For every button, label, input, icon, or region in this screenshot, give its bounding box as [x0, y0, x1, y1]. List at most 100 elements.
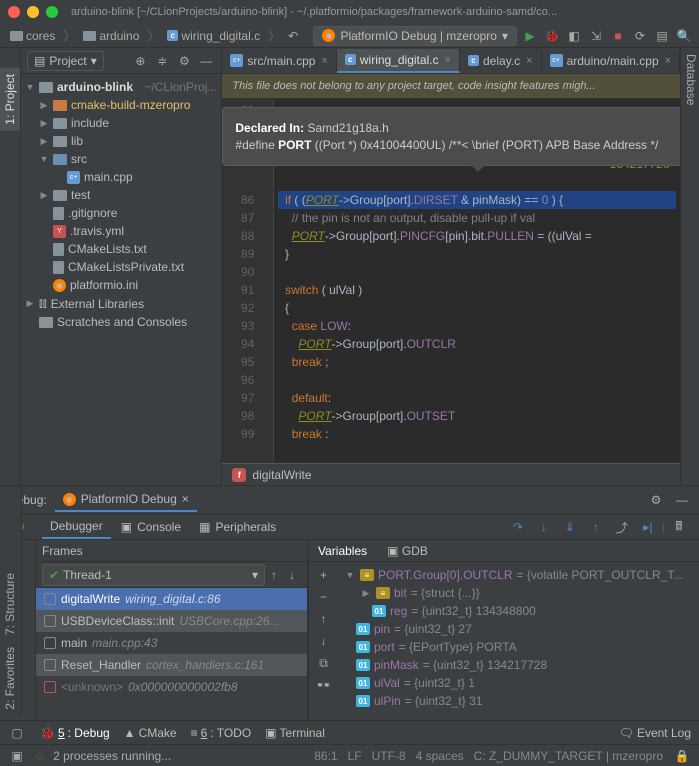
line-separator[interactable]: LF — [348, 749, 362, 763]
maximize-window[interactable] — [46, 6, 58, 18]
tree-scratches[interactable]: Scratches and Consoles — [21, 313, 221, 331]
hide-panel-icon[interactable]: — — [673, 491, 691, 509]
drop-frame-icon[interactable]: ⤴ — [610, 516, 634, 538]
tree-external-libs[interactable]: ▶⫾⫾External Libraries — [21, 294, 221, 313]
tree-node[interactable]: ▼src — [21, 150, 221, 168]
stack-frame[interactable]: USBDeviceClass::init USBCore.cpp:26... — [36, 610, 307, 632]
breadcrumb[interactable]: arduino — [79, 27, 143, 45]
cmake-bottom-tab[interactable]: ▲ CMake — [124, 726, 177, 740]
hide-icon[interactable]: — — [197, 52, 215, 70]
frame-icon — [44, 659, 56, 671]
breadcrumb[interactable]: cwiring_digital.c — [163, 27, 264, 45]
profile-icon[interactable]: ◧ — [565, 27, 583, 45]
debug-icon[interactable]: 🐞 — [543, 27, 561, 45]
tree-node[interactable]: ▶test — [21, 186, 221, 204]
structure-tool-tab[interactable]: 7: Structure — [0, 567, 21, 641]
progress-spinner-icon: ◌ — [36, 749, 43, 763]
console-subtab[interactable]: ▣Console — [113, 516, 189, 538]
tree-file[interactable]: CMakeLists.txt — [21, 240, 221, 258]
cpp-file-icon: c+ — [230, 54, 243, 67]
close-tab-icon[interactable]: × — [526, 55, 532, 67]
copy-watch-icon[interactable]: ⧉ — [315, 654, 333, 672]
tree-file[interactable]: c+main.cpp — [21, 168, 221, 186]
stack-frame[interactable]: main main.cpp:43 — [36, 632, 307, 654]
close-window[interactable] — [8, 6, 20, 18]
peripherals-subtab[interactable]: ▦Peripherals — [191, 516, 284, 538]
editor-tab[interactable]: cdelay.c× — [460, 50, 542, 72]
down-watch-icon[interactable]: ↓ — [315, 632, 333, 650]
collapse-icon[interactable]: ≑ — [153, 52, 171, 70]
back-icon[interactable]: ↶ — [284, 27, 302, 45]
folder-icon — [53, 136, 67, 147]
file-encoding[interactable]: UTF-8 — [372, 749, 406, 763]
folder-icon — [39, 317, 53, 328]
step-over-icon[interactable]: ↷ — [506, 516, 530, 538]
gear-icon[interactable]: ⚙ — [175, 52, 193, 70]
folder-icon — [39, 82, 53, 93]
up-watch-icon[interactable]: ↑ — [315, 610, 333, 628]
function-badge-icon: f — [232, 468, 246, 482]
close-tab-icon[interactable]: × — [445, 54, 451, 66]
stack-frame[interactable]: digitalWrite wiring_digital.c:86 — [36, 588, 307, 610]
indent-info[interactable]: 4 spaces — [416, 749, 464, 763]
debug-session-tab[interactable]: ◉ PlatformIO Debug× — [55, 488, 197, 512]
force-step-into-icon[interactable]: ⇓ — [558, 516, 582, 538]
gear-icon[interactable]: ⚙ — [647, 491, 665, 509]
ide-settings-icon[interactable]: ▤ — [653, 27, 671, 45]
run-config-selector[interactable]: ◉ PlatformIO Debug | mzeropro ▾ — [313, 26, 517, 46]
tree-file[interactable]: Y.travis.yml — [21, 222, 221, 240]
tree-file[interactable]: CMakeListsPrivate.txt — [21, 258, 221, 276]
tool-windows-icon[interactable]: ▢ — [8, 724, 26, 742]
terminal-bottom-tab[interactable]: ▣ Terminal — [265, 726, 325, 740]
chevron-down-icon: ▾ — [502, 29, 508, 43]
platformio-icon: ◉ — [322, 29, 335, 42]
breadcrumb[interactable]: cores — [6, 27, 59, 45]
run-icon[interactable]: ▶ — [521, 27, 539, 45]
evaluate-icon[interactable]: 🖩 — [667, 516, 691, 538]
step-out-icon[interactable]: ↑ — [584, 516, 608, 538]
variables-tree[interactable]: ▼≡PORT.Group[0].OUTCLR = {volatile PORT_… — [338, 562, 699, 720]
search-icon[interactable]: 🔍 — [675, 27, 693, 45]
tree-file[interactable]: .gitignore — [21, 204, 221, 222]
stop-icon[interactable]: ■ — [609, 27, 627, 45]
variables-tab[interactable]: Variables — [314, 542, 371, 560]
debugger-subtab[interactable]: Debugger — [42, 515, 111, 539]
gdb-tab[interactable]: ▣ GDB — [383, 542, 432, 560]
project-view-selector[interactable]: ▤Project▾ — [27, 51, 104, 71]
yml-file-icon: Y — [53, 225, 66, 238]
stack-frame[interactable]: <unknown> 0x000000000002fb8 — [36, 676, 307, 698]
add-watch-icon[interactable]: + — [315, 566, 333, 584]
prev-frame-icon[interactable]: ↑ — [265, 566, 283, 584]
frame-icon — [44, 615, 56, 627]
vcs-icon[interactable]: ⟳ — [631, 27, 649, 45]
process-status[interactable]: 2 processes running... — [53, 749, 171, 763]
locate-icon[interactable]: ⊕ — [131, 52, 149, 70]
tree-node[interactable]: ▶include — [21, 114, 221, 132]
project-tool-tab[interactable]: 1: Project — [0, 68, 20, 131]
thread-selector[interactable]: ✔Thread-1▾ — [42, 564, 265, 586]
tree-file[interactable]: ◉platformio.ini — [21, 276, 221, 294]
tree-node[interactable]: ▶cmake-build-mzeropro — [21, 96, 221, 114]
tree-node[interactable]: ▶lib — [21, 132, 221, 150]
favorites-tool-tab[interactable]: 2: Favorites — [0, 641, 21, 716]
close-tab-icon[interactable]: × — [665, 55, 671, 67]
remove-watch-icon[interactable]: − — [315, 588, 333, 606]
editor-tab[interactable]: c+arduino/main.cpp× — [542, 50, 681, 72]
editor-tab[interactable]: c+src/main.cpp× — [222, 50, 336, 72]
attach-icon[interactable]: ⇲ — [587, 27, 605, 45]
minimize-window[interactable] — [27, 6, 39, 18]
context-info[interactable]: C: Z_DUMMY_TARGET | mzeropro — [474, 749, 663, 763]
debug-bottom-tab[interactable]: 🐞 5: Debug — [40, 726, 110, 740]
glasses-icon[interactable]: 👓 — [315, 676, 333, 694]
event-log-tab[interactable]: 🗨 Event Log — [619, 726, 691, 740]
close-tab-icon[interactable]: × — [321, 55, 327, 67]
file-icon — [53, 207, 64, 220]
stack-frame[interactable]: Reset_Handler cortex_handlers.c:161 — [36, 654, 307, 676]
todo-bottom-tab[interactable]: ≡ 6: TODO — [191, 726, 252, 740]
editor-tab[interactable]: cwiring_digital.c× — [337, 49, 460, 73]
run-to-cursor-icon[interactable]: ▸| — [636, 516, 660, 538]
tree-root[interactable]: ▼arduino-blink ~/CLionProj... — [21, 78, 221, 96]
database-tool-tab[interactable]: Database — [681, 48, 699, 111]
next-frame-icon[interactable]: ↓ — [283, 566, 301, 584]
step-into-icon[interactable]: ↓ — [532, 516, 556, 538]
